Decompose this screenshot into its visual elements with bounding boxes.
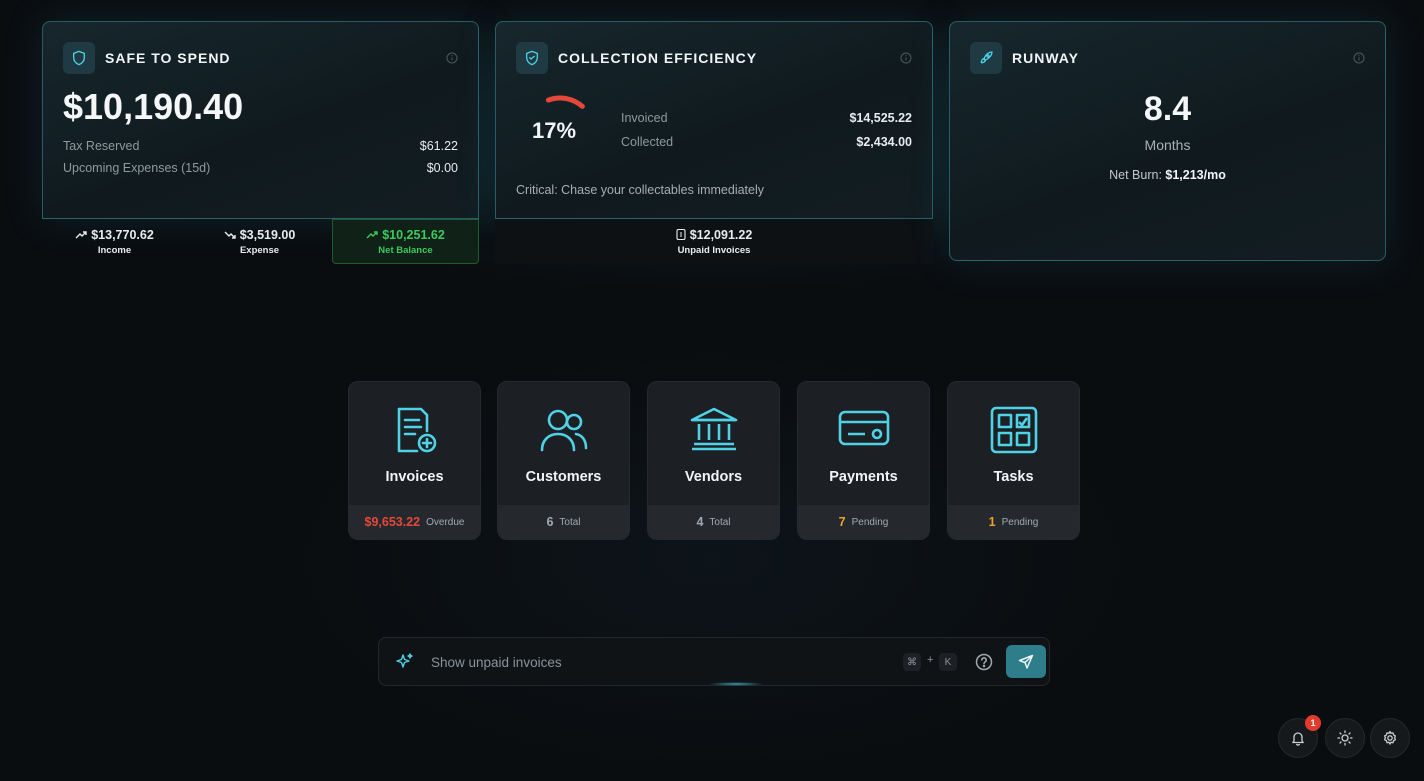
info-icon[interactable] <box>446 52 458 64</box>
tile-invoices-count: $9,653.22 <box>364 515 421 529</box>
command-input[interactable] <box>431 648 871 676</box>
tile-payments-footer: 7 Pending <box>798 505 929 539</box>
sparkles-icon <box>396 653 413 668</box>
tile-invoices-footer: $9,653.22 Overdue <box>349 505 480 539</box>
shield-icon <box>63 42 95 74</box>
command-bar: ⌘ + K <box>378 637 1050 686</box>
net-balance-stat[interactable]: $10,251.62 Net Balance <box>332 219 479 264</box>
tile-invoices-sub: Overdue <box>426 516 465 528</box>
invoiced-value: $14,525.22 <box>849 111 912 125</box>
unpaid-invoices-value: $12,091.22 <box>689 227 753 242</box>
tax-reserved-row: Tax Reserved $61.22 <box>63 139 458 153</box>
tile-invoices-label: Invoices <box>385 469 444 485</box>
invoiced-label: Invoiced <box>621 111 668 125</box>
tile-vendors-count: 4 <box>696 515 704 529</box>
tile-tasks-sub: Pending <box>1001 516 1039 528</box>
tile-tasks[interactable]: Tasks 1 Pending <box>947 381 1080 540</box>
tile-tasks-label: Tasks <box>993 469 1034 485</box>
info-icon[interactable] <box>1353 52 1365 64</box>
income-label: Income <box>97 244 132 256</box>
safe-to-spend-title: SAFE TO SPEND <box>105 50 231 66</box>
tile-invoices[interactable]: Invoices $9,653.22 Overdue <box>348 381 481 540</box>
gear-icon <box>1383 730 1397 745</box>
bell-icon <box>1292 732 1304 746</box>
rocket-icon <box>970 42 1002 74</box>
tile-customers-footer: 6 Total <box>498 505 629 539</box>
trend-up-icon <box>366 230 378 238</box>
tile-payments-count: 7 <box>838 515 846 529</box>
shortcut-key-k: K <box>939 653 957 671</box>
tax-reserved-value: $61.22 <box>419 139 458 153</box>
help-icon[interactable] <box>974 652 994 672</box>
runway-unit: Months <box>1144 137 1191 153</box>
net-balance-label: Net Balance <box>378 244 433 256</box>
handshake-shield-icon <box>516 42 548 74</box>
command-bar-glow <box>708 682 764 686</box>
safe-to-spend-amount: $10,190.40 <box>63 86 244 127</box>
trend-up-icon <box>75 230 87 238</box>
collection-efficiency-title: COLLECTION EFFICIENCY <box>558 50 758 66</box>
collection-efficiency-header: COLLECTION EFFICIENCY <box>516 42 757 74</box>
runway-title: RUNWAY <box>1012 50 1079 66</box>
collected-value: $2,434.00 <box>856 135 912 149</box>
tax-reserved-label: Tax Reserved <box>63 139 140 153</box>
tile-customers[interactable]: Customers 6 Total <box>497 381 630 540</box>
invoice-icon <box>349 406 480 456</box>
tile-vendors[interactable]: Vendors 4 Total <box>647 381 780 540</box>
tile-tasks-footer: 1 Pending <box>948 505 1079 539</box>
unpaid-invoices-label: Unpaid Invoices <box>677 244 751 256</box>
tile-customers-label: Customers <box>525 469 602 485</box>
upcoming-expenses-label: Upcoming Expenses (15d) <box>63 161 211 175</box>
safe-to-spend-header: SAFE TO SPEND <box>63 42 231 74</box>
income-stat[interactable]: $13,770.62 Income <box>42 219 187 264</box>
runway-card: RUNWAY 8.4 Months Net Burn: $1,213/mo <box>949 21 1386 261</box>
tile-payments-label: Payments <box>829 469 898 485</box>
invoiced-row: Invoiced $14,525.22 <box>621 111 912 125</box>
users-icon <box>498 406 629 456</box>
tile-customers-sub: Total <box>559 516 581 528</box>
runway-header: RUNWAY <box>970 42 1079 74</box>
runway-value: 8.4 <box>1143 90 1192 128</box>
notification-badge: 1 <box>1305 715 1321 731</box>
safe-to-spend-card: SAFE TO SPEND $10,190.40 Tax Reserved $6… <box>42 21 479 219</box>
tile-vendors-sub: Total <box>709 516 731 528</box>
expense-value: $3,519.00 <box>239 227 296 242</box>
settings-button[interactable] <box>1370 718 1410 758</box>
tile-vendors-footer: 4 Total <box>648 505 779 539</box>
tile-tasks-count: 1 <box>988 515 996 529</box>
tasks-grid-icon <box>948 406 1079 456</box>
bank-icon <box>648 406 779 456</box>
send-button[interactable] <box>1006 645 1046 678</box>
info-icon[interactable] <box>900 52 912 64</box>
net-balance-value: $10,251.62 <box>382 227 445 242</box>
upcoming-expenses-row: Upcoming Expenses (15d) $0.00 <box>63 161 458 175</box>
tile-vendors-label: Vendors <box>684 469 743 485</box>
credit-card-icon <box>798 406 929 456</box>
send-icon <box>1018 654 1034 669</box>
safe-to-spend-stats: $13,770.62 Income $3,519.00 Expense $10,… <box>42 219 479 264</box>
collection-gauge-arc <box>545 95 585 109</box>
net-burn: Net Burn: $1,213/mo <box>950 168 1385 182</box>
shortcut-key-cmd: ⌘ <box>903 653 921 671</box>
upcoming-expenses-value: $0.00 <box>426 161 458 175</box>
net-burn-value: $1,213/mo <box>1165 168 1226 182</box>
collected-label: Collected <box>621 135 674 149</box>
tile-payments[interactable]: Payments 7 Pending <box>797 381 930 540</box>
collection-percent: 17% <box>532 118 577 143</box>
critical-message: Critical: Chase your collectables immedi… <box>516 183 765 197</box>
shortcut-plus: + <box>927 654 934 666</box>
tile-customers-count: 6 <box>546 515 554 529</box>
expense-stat[interactable]: $3,519.00 Expense <box>187 219 332 264</box>
document-icon <box>676 229 686 240</box>
collection-efficiency-card: COLLECTION EFFICIENCY 17% Invoiced $14,5… <box>495 21 933 219</box>
net-burn-label: Net Burn: <box>1109 168 1162 182</box>
trend-down-icon <box>224 231 236 239</box>
tile-payments-sub: Pending <box>851 516 889 528</box>
unpaid-invoices-stat[interactable]: $12,091.22 Unpaid Invoices <box>495 219 933 264</box>
expense-label: Expense <box>239 244 280 256</box>
sun-icon <box>1337 730 1353 746</box>
income-value: $13,770.62 <box>91 227 154 242</box>
collected-row: Collected $2,434.00 <box>621 135 912 149</box>
theme-toggle-button[interactable] <box>1325 718 1365 758</box>
